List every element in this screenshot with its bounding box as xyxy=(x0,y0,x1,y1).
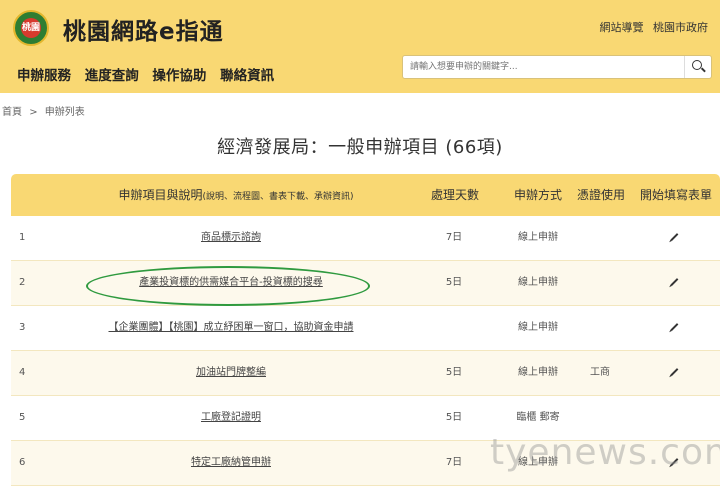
nav-progress-query[interactable]: 進度查詢 xyxy=(85,68,139,84)
header-form: 開始填寫表單 xyxy=(639,188,712,202)
table-row: 1 商品標示諮詢 7日 線上申辦 xyxy=(11,216,720,261)
pencil-icon xyxy=(670,278,678,286)
site-header: 桃園 桃園網路e指通 網站導覽 桃園市政府 申辦服務 進度查詢 操作協助 聯絡資… xyxy=(0,0,720,93)
row-days: 5日 xyxy=(445,412,463,423)
header-name: 申辦項目與說明(說明、流程圖、書表下載、承辦資訊) xyxy=(118,188,354,202)
item-link[interactable]: 特定工廠納管申辦 xyxy=(191,457,271,468)
row-days: 7日 xyxy=(445,457,463,468)
breadcrumb: 首頁 > 申辦列表 xyxy=(2,103,89,118)
row-number: 5 xyxy=(19,412,26,423)
table-header: 申辦項目與說明(說明、流程圖、書表下載、承辦資訊) 處理天數 申辦方式 憑證使用… xyxy=(11,174,720,216)
nav-help[interactable]: 操作協助 xyxy=(152,68,206,84)
table-row: 4 加油站門牌整編 5日 線上申辦 工商 xyxy=(11,351,720,396)
item-link[interactable]: 加油站門牌整編 xyxy=(196,367,266,378)
nav-apply-services[interactable]: 申辦服務 xyxy=(17,68,71,84)
top-links: 網站導覽 桃園市政府 xyxy=(594,19,709,35)
fill-form-button[interactable] xyxy=(662,351,686,395)
search-button[interactable] xyxy=(684,56,711,78)
header-name-sub: (說明、流程圖、書表下載、承辦資訊) xyxy=(202,192,354,202)
header-days: 處理天數 xyxy=(430,188,479,202)
city-government-link[interactable]: 桃園市政府 xyxy=(653,21,708,34)
row-number: 4 xyxy=(19,367,26,378)
row-days: 5日 xyxy=(445,277,463,288)
row-number: 1 xyxy=(19,232,26,243)
item-link[interactable]: 工廠登記證明 xyxy=(201,412,261,423)
row-method: 線上申辦 xyxy=(518,277,558,288)
header-method: 申辦方式 xyxy=(513,188,562,202)
header-cert: 憑證使用 xyxy=(576,188,625,202)
row-method: 線上申辦 xyxy=(518,367,558,378)
table-row: 3 【企業團體】【桃園】成立紓困單一窗口，協助資金申請 線上申辦 xyxy=(11,306,720,351)
item-link[interactable]: 產業投資標的供需媒合平台-投資標的搜尋 xyxy=(139,277,323,288)
pencil-icon xyxy=(670,233,678,241)
row-number: 6 xyxy=(19,457,26,468)
fill-form-button[interactable] xyxy=(662,261,686,305)
row-number: 2 xyxy=(19,277,26,288)
fill-form-button[interactable] xyxy=(662,306,686,350)
search-box xyxy=(402,55,712,79)
row-cert: 工商 xyxy=(590,367,610,378)
table-row: 2 產業投資標的供需媒合平台-投資標的搜尋 5日 線上申辦 xyxy=(11,261,720,306)
logo-emblem: 桃園 xyxy=(21,18,41,38)
row-days: 7日 xyxy=(445,232,463,243)
site-map-link[interactable]: 網站導覽 xyxy=(600,21,644,34)
row-days: 5日 xyxy=(445,367,463,378)
main-nav: 申辦服務 進度查詢 操作協助 聯絡資訊 xyxy=(17,64,283,84)
pencil-icon xyxy=(670,323,678,331)
breadcrumb-home[interactable]: 首頁 xyxy=(2,107,22,118)
row-number: 3 xyxy=(19,322,26,333)
fill-form-button[interactable] xyxy=(662,216,686,260)
breadcrumb-separator: > xyxy=(29,107,38,118)
breadcrumb-current[interactable]: 申辦列表 xyxy=(45,107,85,118)
city-logo[interactable]: 桃園 xyxy=(13,10,49,46)
item-link[interactable]: 商品標示諮詢 xyxy=(201,232,261,243)
row-method: 線上申辦 xyxy=(518,322,558,333)
page-title: 經濟發展局：一般申辦項目 (66項) xyxy=(217,137,503,158)
nav-contact[interactable]: 聯絡資訊 xyxy=(220,68,274,84)
pencil-icon xyxy=(670,368,678,376)
site-title[interactable]: 桃園網路e指通 xyxy=(63,12,224,46)
row-method: 線上申辦 xyxy=(518,232,558,243)
item-link[interactable]: 【企業團體】【桃園】成立紓困單一窗口，協助資金申請 xyxy=(109,322,354,333)
search-input[interactable] xyxy=(403,56,685,78)
watermark-text: tyenews.com xyxy=(490,432,720,473)
